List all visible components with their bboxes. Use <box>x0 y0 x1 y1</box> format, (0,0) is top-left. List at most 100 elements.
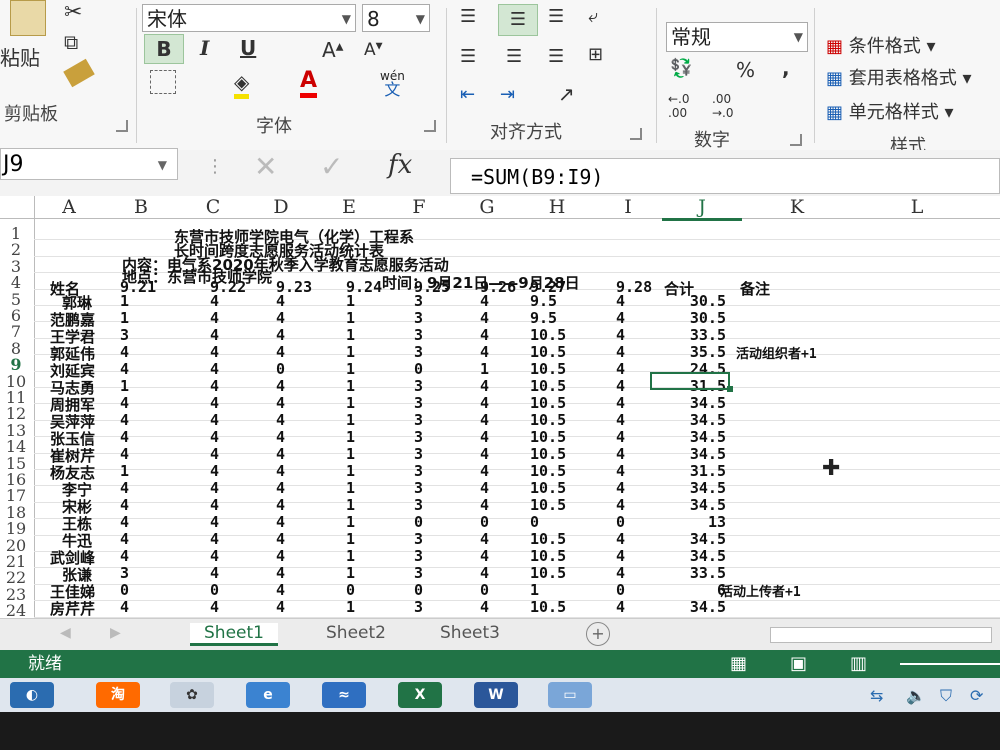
value-cell[interactable]: 4 <box>276 411 285 429</box>
col-header-g[interactable]: G <box>454 196 520 218</box>
phonetic-icon[interactable]: wén 文 <box>380 70 405 98</box>
value-cell[interactable]: 3 <box>120 326 129 344</box>
bold-button[interactable]: B <box>144 34 184 64</box>
value-cell[interactable]: 4 <box>480 496 489 514</box>
col-header-f[interactable]: F <box>384 196 454 218</box>
col-header-e[interactable]: E <box>314 196 384 218</box>
total-cell[interactable]: 34.5 <box>662 530 726 548</box>
horizontal-scrollbar[interactable] <box>770 627 992 643</box>
value-cell[interactable]: 0 <box>120 581 129 599</box>
value-cell[interactable]: 4 <box>616 292 625 310</box>
add-sheet-button[interactable]: + <box>586 622 610 646</box>
italic-button[interactable]: I <box>200 36 209 60</box>
total-cell[interactable]: 31.5 <box>662 462 726 480</box>
value-cell[interactable]: 1 <box>346 496 355 514</box>
total-cell[interactable]: 13 <box>662 513 726 531</box>
normal-view-icon[interactable]: ▦ <box>730 650 747 678</box>
value-cell[interactable]: 3 <box>414 496 423 514</box>
value-cell[interactable]: 4 <box>480 309 489 327</box>
value-cell[interactable]: 10.5 <box>530 598 566 616</box>
value-cell[interactable]: 4 <box>120 496 129 514</box>
value-cell[interactable]: 9.5 <box>530 292 557 310</box>
font-launcher[interactable] <box>424 120 436 132</box>
conditional-format-button[interactable]: ▦ 条件格式 ▾ <box>826 32 936 58</box>
align-right-icon[interactable]: ☰ <box>548 46 564 67</box>
value-cell[interactable]: 0 <box>530 513 539 531</box>
value-cell[interactable]: 4 <box>120 411 129 429</box>
value-cell[interactable]: 1 <box>346 343 355 361</box>
percent-button[interactable]: % <box>736 58 755 82</box>
value-cell[interactable]: 0 <box>414 581 423 599</box>
col-header-k[interactable]: K <box>742 196 852 218</box>
enter-icon[interactable]: ✓ <box>320 150 343 183</box>
value-cell[interactable]: 10.5 <box>530 377 566 395</box>
value-cell[interactable]: 4 <box>210 445 219 463</box>
font-size-combo[interactable]: 8 ▼ <box>362 4 430 32</box>
value-cell[interactable]: 4 <box>120 547 129 565</box>
value-cell[interactable]: 4 <box>276 530 285 548</box>
value-cell[interactable]: 4 <box>616 530 625 548</box>
remark-cell[interactable]: 活动上传者+1 <box>720 581 801 600</box>
value-cell[interactable]: 4 <box>120 343 129 361</box>
cancel-icon[interactable]: ✕ <box>254 150 277 183</box>
total-cell[interactable]: 34.5 <box>662 445 726 463</box>
value-cell[interactable]: 10.5 <box>530 547 566 565</box>
cell-styles-button[interactable]: ▦ 单元格样式 ▾ <box>826 98 954 124</box>
excel-taskbar-icon[interactable]: X <box>398 682 442 708</box>
insert-function-button[interactable]: fx <box>388 150 412 180</box>
value-cell[interactable]: 4 <box>276 513 285 531</box>
value-cell[interactable]: 4 <box>616 394 625 412</box>
value-cell[interactable]: 3 <box>414 309 423 327</box>
value-cell[interactable]: 4 <box>616 360 625 378</box>
increase-indent-icon[interactable]: ⇥ <box>500 84 515 105</box>
total-cell[interactable]: 35.5 <box>662 343 726 361</box>
value-cell[interactable]: 10.5 <box>530 530 566 548</box>
value-cell[interactable]: 1 <box>346 445 355 463</box>
value-cell[interactable]: 4 <box>616 598 625 616</box>
taobao-icon[interactable]: 淘 <box>96 682 140 708</box>
active-cell-selection[interactable] <box>650 372 730 390</box>
total-cell[interactable]: 6 <box>662 581 726 599</box>
value-cell[interactable]: 4 <box>120 598 129 616</box>
value-cell[interactable]: 4 <box>616 547 625 565</box>
format-as-table-button[interactable]: ▦ 套用表格格式 ▾ <box>826 64 972 90</box>
value-cell[interactable]: 1 <box>346 411 355 429</box>
clipboard-launcher[interactable] <box>116 120 128 132</box>
value-cell[interactable]: 4 <box>480 445 489 463</box>
increase-decimal-icon[interactable]: ←.0.00 <box>668 92 690 120</box>
decrease-indent-icon[interactable]: ⇤ <box>460 84 475 105</box>
value-cell[interactable]: 0 <box>276 360 285 378</box>
value-cell[interactable]: 4 <box>616 462 625 480</box>
value-cell[interactable]: 10.5 <box>530 462 566 480</box>
value-cell[interactable]: 4 <box>210 513 219 531</box>
value-cell[interactable]: 4 <box>480 292 489 310</box>
value-cell[interactable]: 4 <box>276 309 285 327</box>
value-cell[interactable]: 4 <box>616 309 625 327</box>
value-cell[interactable]: 1 <box>120 292 129 310</box>
value-cell[interactable]: 1 <box>346 462 355 480</box>
total-cell[interactable]: 34.5 <box>662 394 726 412</box>
header-cell[interactable]: 备注 <box>740 278 770 299</box>
orientation-icon[interactable]: ↗ <box>558 82 575 106</box>
tray-network-icon[interactable]: ⇆ <box>870 686 883 705</box>
cut-icon[interactable]: ✂ <box>64 0 82 25</box>
value-cell[interactable]: 0 <box>414 360 423 378</box>
value-cell[interactable]: 4 <box>616 479 625 497</box>
value-cell[interactable]: 3 <box>414 343 423 361</box>
total-cell[interactable]: 33.5 <box>662 326 726 344</box>
value-cell[interactable]: 4 <box>276 479 285 497</box>
value-cell[interactable]: 1 <box>346 513 355 531</box>
value-cell[interactable]: 4 <box>480 411 489 429</box>
value-cell[interactable]: 4 <box>616 496 625 514</box>
value-cell[interactable]: 10.5 <box>530 564 566 582</box>
align-bottom-icon[interactable]: ☰ <box>548 6 564 27</box>
merge-center-icon[interactable]: ⊞ <box>588 44 603 65</box>
comma-button[interactable]: , <box>782 56 790 80</box>
col-header-a[interactable]: A <box>34 196 104 218</box>
col-header-j[interactable]: J <box>662 196 742 221</box>
value-cell[interactable]: 4 <box>616 343 625 361</box>
col-header-d[interactable]: D <box>248 196 314 218</box>
align-left-icon[interactable]: ☰ <box>460 46 476 67</box>
value-cell[interactable]: 4 <box>276 462 285 480</box>
worksheet-grid[interactable]: A B C D E F G H I J K L 1 2 3 4 5 6 7 8 9 10 11 12 1… <box>0 196 1000 618</box>
